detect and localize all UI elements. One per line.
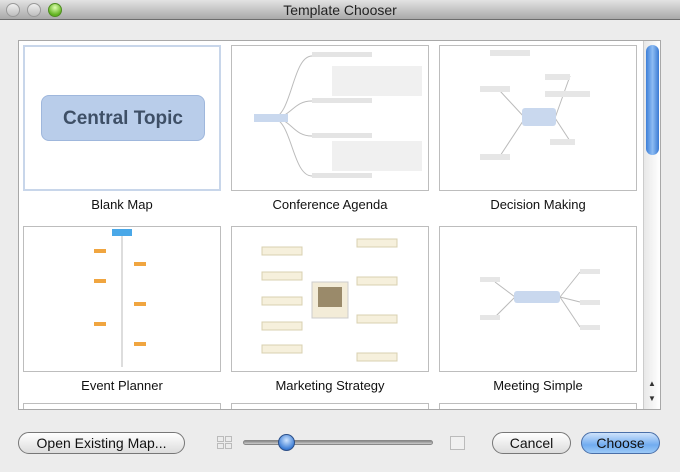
scroll-up-arrow-icon[interactable]: ▲ [644, 377, 660, 390]
template-thumbnail[interactable] [439, 403, 637, 409]
zoom-slider-thumb[interactable] [277, 434, 295, 451]
template-event-planner[interactable]: Event Planner [23, 226, 221, 398]
scrollbar-thumb[interactable] [646, 45, 659, 155]
template-label: Marketing Strategy [275, 378, 385, 393]
template-label: Meeting Simple [493, 378, 583, 393]
choose-button[interactable]: Choose [581, 432, 660, 454]
window-title: Template Chooser [283, 2, 397, 18]
template-conference-agenda[interactable]: Conference Agenda [231, 45, 429, 217]
scroll-down-arrow-icon[interactable]: ▼ [644, 392, 660, 405]
template-thumbnail[interactable] [23, 403, 221, 409]
open-existing-map-button[interactable]: Open Existing Map... [18, 432, 185, 454]
template-thumbnail[interactable] [231, 403, 429, 409]
vertical-scrollbar[interactable]: ▲ ▼ [643, 41, 660, 409]
mindmap-preview [254, 52, 422, 178]
template-thumbnail [231, 45, 429, 191]
template-thumbnail [231, 226, 429, 372]
template-meeting-simple[interactable]: Meeting Simple [439, 226, 637, 398]
zoom-slider[interactable] [243, 440, 433, 445]
cancel-button[interactable]: Cancel [492, 432, 571, 454]
close-window-button[interactable] [6, 3, 20, 17]
template-label: Conference Agenda [272, 197, 388, 212]
template-thumbnail [23, 226, 221, 372]
small-thumbnails-icon [217, 436, 232, 449]
mindmap-preview [94, 229, 146, 367]
large-thumbnails-icon [450, 436, 465, 450]
template-label: Decision Making [490, 197, 586, 212]
zoom-window-button[interactable] [48, 3, 62, 17]
template-marketing-strategy[interactable]: Marketing Strategy [231, 226, 429, 398]
template-blank-map[interactable]: Central Topic Blank Map [23, 45, 221, 217]
template-decision-making[interactable]: Decision Making [439, 45, 637, 217]
minimize-window-button[interactable] [27, 3, 41, 17]
mindmap-preview [261, 238, 398, 362]
template-grid: Central Topic Blank Map Conference Agend… [18, 40, 661, 410]
template-thumbnail: Central Topic [23, 45, 221, 191]
mindmap-preview [480, 269, 600, 330]
template-label: Blank Map [91, 197, 153, 212]
template-thumbnail [439, 45, 637, 191]
title-bar: Template Chooser [0, 0, 680, 20]
central-topic-node: Central Topic [41, 95, 205, 141]
template-label: Event Planner [81, 378, 163, 393]
mindmap-preview [480, 50, 590, 160]
template-thumbnail [439, 226, 637, 372]
